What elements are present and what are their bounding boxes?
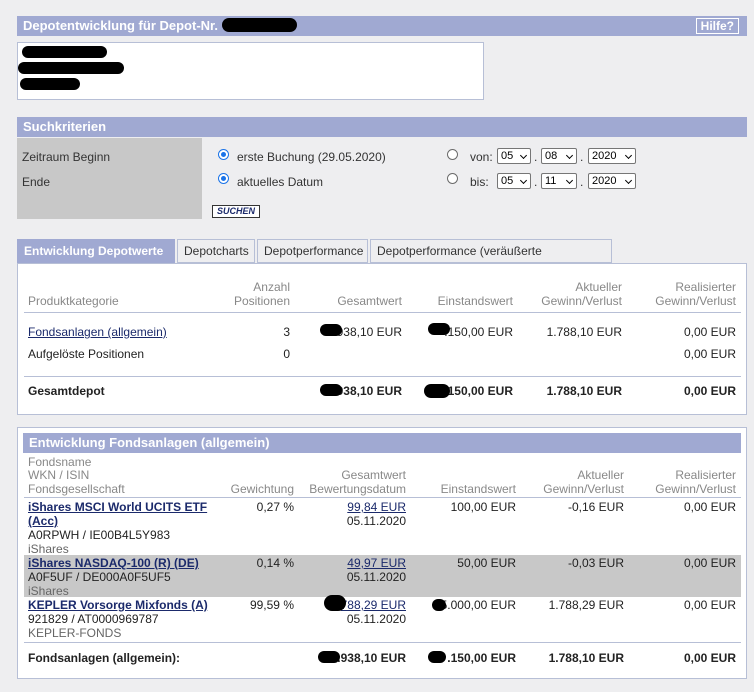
first-booking-label: erste Buchung (29.05.2020) xyxy=(237,150,386,164)
summary-row-category-link[interactable]: Fondsanlagen (allgemein) xyxy=(28,325,167,339)
redaction-mark xyxy=(318,651,340,663)
from-label: von: xyxy=(470,150,493,164)
to-label: bis: xyxy=(470,175,489,189)
radio-first-booking[interactable] xyxy=(218,149,229,160)
fund-name-link[interactable]: iShares MSCI World UCITS ETF xyxy=(28,500,207,514)
col-header-current: Gewinn/Verlust xyxy=(541,294,622,308)
fund-value-link[interactable]: 788,29 EUR xyxy=(341,598,406,612)
from-year-select[interactable]: 2020 xyxy=(588,148,636,164)
col-header-fund-cost: Einstandswert xyxy=(440,482,516,496)
radio-to-date[interactable] xyxy=(447,173,458,184)
col-header-weight: Gewichtung xyxy=(230,482,294,496)
search-header: Suchkriterien xyxy=(17,117,747,137)
redaction-mark xyxy=(324,595,346,611)
col-header-total: Gesamtwert xyxy=(337,294,402,308)
fund-value-link[interactable]: 49,97 EUR xyxy=(347,556,406,570)
funds-header: Entwicklung Fondsanlagen (allgemein) xyxy=(23,433,741,453)
col-header-fund-company: Fondsgesellschaft xyxy=(28,482,125,496)
divider xyxy=(24,642,741,643)
fund-name-link[interactable]: iShares NASDAQ-100 (R) (DE) xyxy=(28,556,199,570)
radio-from-date[interactable] xyxy=(447,149,458,160)
redaction-mark xyxy=(432,599,446,611)
end-label: Ende xyxy=(22,175,51,189)
page-title: Depotentwicklung für Depot-Nr. xyxy=(23,18,218,33)
fund-name-link[interactable]: KEPLER Vorsorge Mixfonds (A) xyxy=(28,598,208,612)
divider xyxy=(24,376,741,377)
col-header-fund-realized: Gewinn/Verlust xyxy=(655,482,736,496)
tab-depotperformance-sold[interactable]: Depotperformance (veräußerte Positionen) xyxy=(370,239,612,280)
col-header-fund-current: Gewinn/Verlust xyxy=(543,482,624,496)
redaction-mark xyxy=(18,62,124,74)
page-header: Depotentwicklung für Depot-Nr. Hilfe? xyxy=(17,16,747,36)
to-year-select[interactable]: 2020 xyxy=(588,173,636,189)
redaction-mark xyxy=(22,46,107,58)
radio-current-date[interactable] xyxy=(218,173,229,184)
start-label: Zeitraum Beginn xyxy=(22,150,111,164)
redaction-mark xyxy=(428,323,450,335)
divider xyxy=(24,497,741,498)
tab-depotperformance[interactable]: Depotperformance xyxy=(257,239,368,263)
redaction-mark xyxy=(20,78,80,90)
to-day-select[interactable]: 05 xyxy=(497,173,531,189)
col-header-realized: Gewinn/Verlust xyxy=(655,294,736,308)
summary-total-label: Gesamtdepot xyxy=(28,384,105,398)
redaction-mark xyxy=(320,384,342,396)
col-header-category: Produktkategorie xyxy=(28,294,119,308)
redaction-mark xyxy=(222,18,297,32)
tab-entwicklung-depotwerte[interactable]: Entwicklung Depotwerte xyxy=(17,239,175,263)
from-month-select[interactable]: 08 xyxy=(541,148,577,164)
divider xyxy=(24,312,741,313)
fund-value-link[interactable]: 99,84 EUR xyxy=(347,500,406,514)
to-month-select[interactable]: 11 xyxy=(541,173,577,189)
from-day-select[interactable]: 05 xyxy=(497,148,531,164)
tab-depotcharts[interactable]: Depotcharts xyxy=(177,239,255,263)
redaction-mark xyxy=(428,651,446,663)
col-header-cost: Einstandswert xyxy=(437,294,513,308)
col-header-count: Positionen xyxy=(233,294,290,308)
funds-total-label: Fondsanlagen (allgemein): xyxy=(28,651,181,665)
redaction-mark xyxy=(424,384,450,398)
help-button[interactable]: Hilfe? xyxy=(695,18,739,34)
fund-name-link[interactable]: (Acc) xyxy=(28,514,58,528)
search-button[interactable]: SUCHEN xyxy=(212,205,261,218)
summary-row-category: Aufgelöste Positionen xyxy=(28,347,145,361)
col-header-valuation-date: Bewertungsdatum xyxy=(309,482,406,496)
redaction-mark xyxy=(320,324,342,336)
current-date-label: aktuelles Datum xyxy=(237,175,324,189)
